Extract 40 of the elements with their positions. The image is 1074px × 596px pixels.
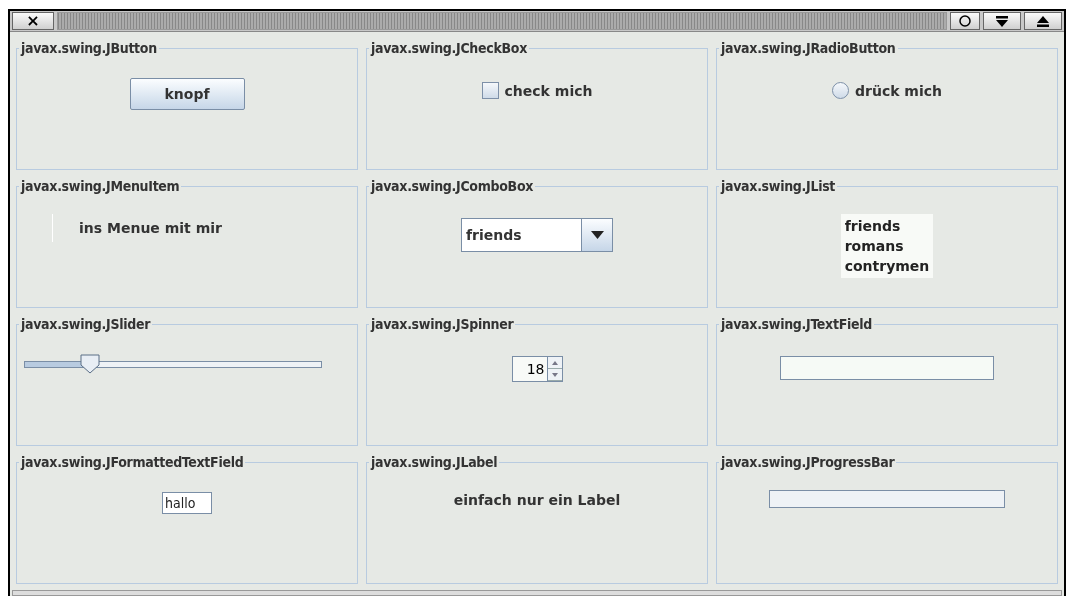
panel-title: javax.swing.JSpinner [369,316,515,332]
eject-icon [1037,15,1049,27]
radio-button[interactable] [832,82,849,99]
panel-title: javax.swing.JFormattedTextField [19,454,245,470]
list-item[interactable]: friends [844,216,930,236]
combo-box[interactable]: friends [461,218,613,252]
checkbox-label: check mich [504,82,593,99]
knopf-button[interactable]: knopf [129,78,245,110]
close-button[interactable]: × [12,12,54,30]
minimize-button[interactable] [983,12,1021,30]
number-spinner[interactable]: 18 [511,356,563,382]
scroll-bar[interactable] [12,590,1062,596]
panel-title: javax.swing.JTextField [719,316,873,332]
circle-button[interactable] [950,12,980,30]
panel-title: javax.swing.JComboBox [369,178,535,194]
formatted-text-field[interactable]: hallo [162,492,212,514]
radio-label: drück mich [855,82,942,99]
panel-title: javax.swing.JLabel [369,454,499,470]
down-triangle-icon [996,15,1008,27]
caret-icon [590,231,604,239]
panel-title: javax.swing.JMenuItem [19,178,181,194]
slider[interactable] [24,354,322,374]
panel-title: javax.swing.JList [719,178,837,194]
panel-title: javax.swing.JProgressBar [719,454,896,470]
label-text: einfach nur ein Label [453,492,621,508]
panel-title: javax.swing.JButton [19,40,158,56]
panel-title: javax.swing.JCheckBox [369,40,528,56]
list-item[interactable]: contrymen [844,256,930,276]
up-arrow-icon[interactable] [551,360,558,365]
drag-grip[interactable] [57,12,947,30]
slider-thumb[interactable] [79,354,100,374]
maximize-button[interactable] [1024,12,1062,30]
panel-title: javax.swing.JRadioButton [719,40,897,56]
checkbox[interactable] [481,82,499,99]
menu-item[interactable]: ins Menue mit mir [52,214,222,242]
list-item[interactable]: romans [844,236,930,256]
down-arrow-icon[interactable] [551,372,558,377]
text-field[interactable] [780,356,994,380]
panel-title: javax.swing.JSlider [19,316,152,332]
circle-icon [959,15,971,27]
